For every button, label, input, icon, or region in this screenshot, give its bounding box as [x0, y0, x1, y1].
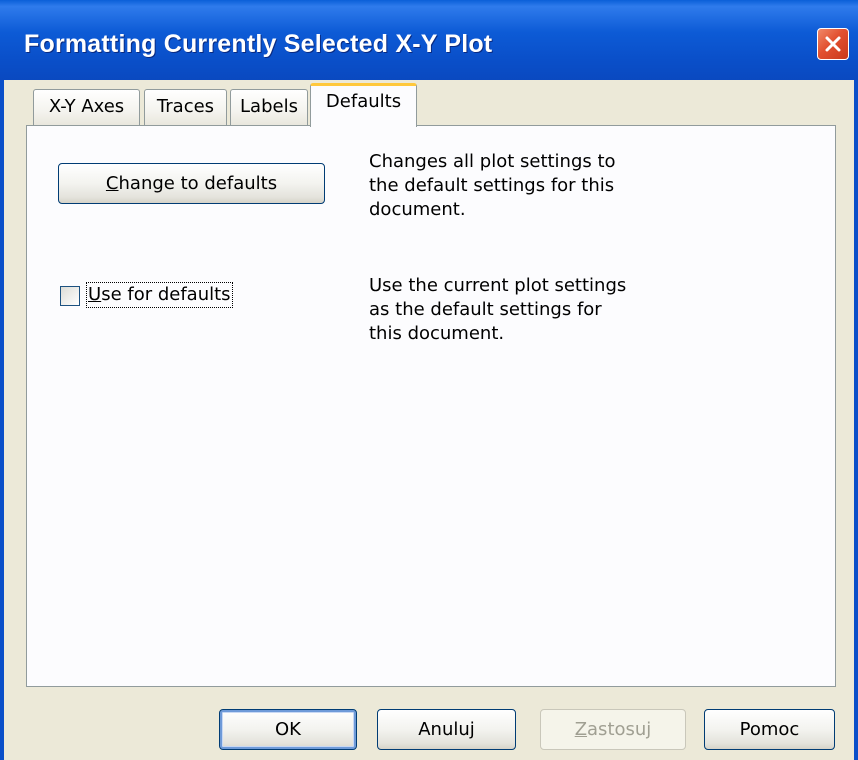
window-frame-left	[0, 80, 4, 760]
change-button-mnemonic: C	[105, 173, 119, 194]
tab-defaults[interactable]: Defaults	[310, 83, 417, 127]
use-checkbox-label-text: se for defaults	[101, 284, 231, 305]
close-icon	[825, 36, 841, 52]
change-button-label: hange to defaults	[118, 173, 278, 194]
title-bar: Formatting Currently Selected X-Y Plot	[0, 0, 858, 80]
window-frame-right	[854, 80, 858, 760]
tab-x-y-axes[interactable]: X-Y Axes	[33, 89, 140, 126]
defaults-tab-panel	[26, 125, 836, 687]
close-button[interactable]	[817, 28, 849, 60]
change-to-defaults-button[interactable]: Change to defaults	[58, 163, 325, 204]
ok-button[interactable]: OK	[219, 709, 357, 750]
apply-button[interactable]: Zastosuj	[540, 709, 686, 750]
window-title: Formatting Currently Selected X-Y Plot	[24, 30, 493, 58]
help-button[interactable]: Pomoc	[704, 709, 835, 750]
tab-labels[interactable]: Labels	[230, 89, 308, 126]
use-for-defaults-label[interactable]: Use for defaults	[86, 282, 233, 308]
cancel-button[interactable]: Anuluj	[377, 709, 516, 750]
apply-button-mnemonic: Z	[574, 719, 588, 740]
tab-traces[interactable]: Traces	[144, 89, 227, 126]
use-for-defaults-checkbox[interactable]	[60, 286, 80, 306]
use-checkbox-mnemonic: U	[88, 284, 102, 305]
apply-button-label: astosuj	[587, 719, 652, 740]
